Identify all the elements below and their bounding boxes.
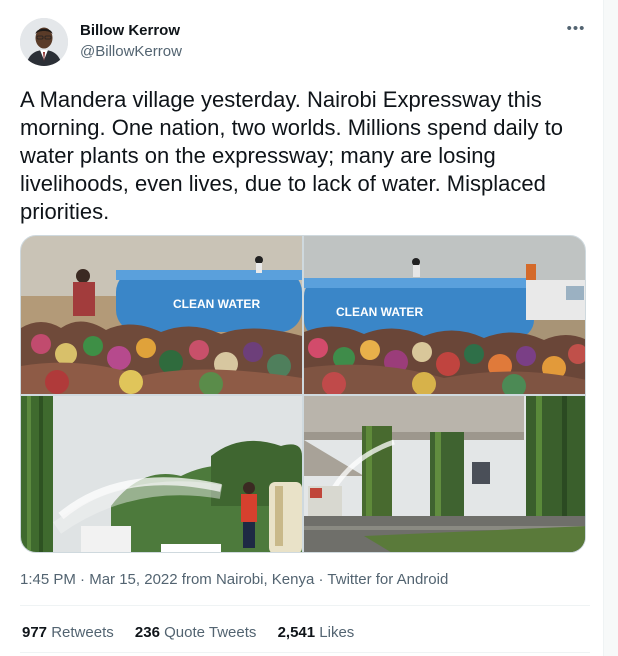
avatar-portrait-icon — [20, 18, 68, 66]
photo-expressway-watering-2[interactable] — [304, 396, 585, 552]
media-grid: CLEAN WATER CLEAN WATER — [20, 235, 586, 553]
tweet-meta: 1:45 PM · Mar 15, 2022 from Nairobi, Ken… — [20, 571, 448, 588]
retweets-stat[interactable]: 977 Retweets — [22, 624, 114, 641]
quote-tweets-stat[interactable]: 236 Quote Tweets — [135, 624, 256, 641]
retweets-label: Retweets — [51, 624, 114, 641]
tweet-card: Billow Kerrow @BillowKerrow ••• A Mander… — [0, 0, 604, 656]
meta-separator: · — [314, 571, 328, 588]
divider — [20, 652, 590, 653]
divider — [20, 605, 590, 606]
tweet-text: A Mandera village yesterday. Nairobi Exp… — [20, 87, 563, 224]
likes-stat[interactable]: 2,541 Likes — [278, 624, 355, 641]
photo-water-tanker-crowd-2[interactable]: CLEAN WATER — [304, 236, 585, 394]
likes-count: 2,541 — [277, 624, 316, 641]
author-avatar[interactable] — [20, 18, 68, 66]
more-options-icon[interactable]: ••• — [562, 21, 590, 42]
tank-label-right: CLEAN WATER — [336, 305, 423, 319]
tank-label-left: CLEAN WATER — [173, 297, 260, 311]
tweet-source[interactable]: Twitter for Android — [327, 571, 448, 588]
photo-expressway-watering-1[interactable] — [21, 396, 302, 552]
page-edge — [604, 0, 618, 656]
tweet-date[interactable]: Mar 15, 2022 from Nairobi, Kenya — [89, 571, 314, 588]
tweet-stats: 977 Retweets 236 Quote Tweets 2,541 Like… — [22, 624, 371, 641]
photo-water-tanker-crowd-1[interactable]: CLEAN WATER — [21, 236, 302, 394]
quote-tweets-label: Quote Tweets — [164, 624, 257, 641]
meta-separator: · — [75, 571, 90, 588]
quote-tweets-count: 236 — [134, 624, 160, 641]
retweets-count: 977 — [22, 624, 48, 641]
likes-label: Likes — [319, 624, 355, 641]
author-name[interactable]: Billow Kerrow — [80, 22, 180, 39]
tweet-time[interactable]: 1:45 PM — [20, 571, 76, 588]
author-handle[interactable]: @BillowKerrow — [80, 43, 182, 60]
